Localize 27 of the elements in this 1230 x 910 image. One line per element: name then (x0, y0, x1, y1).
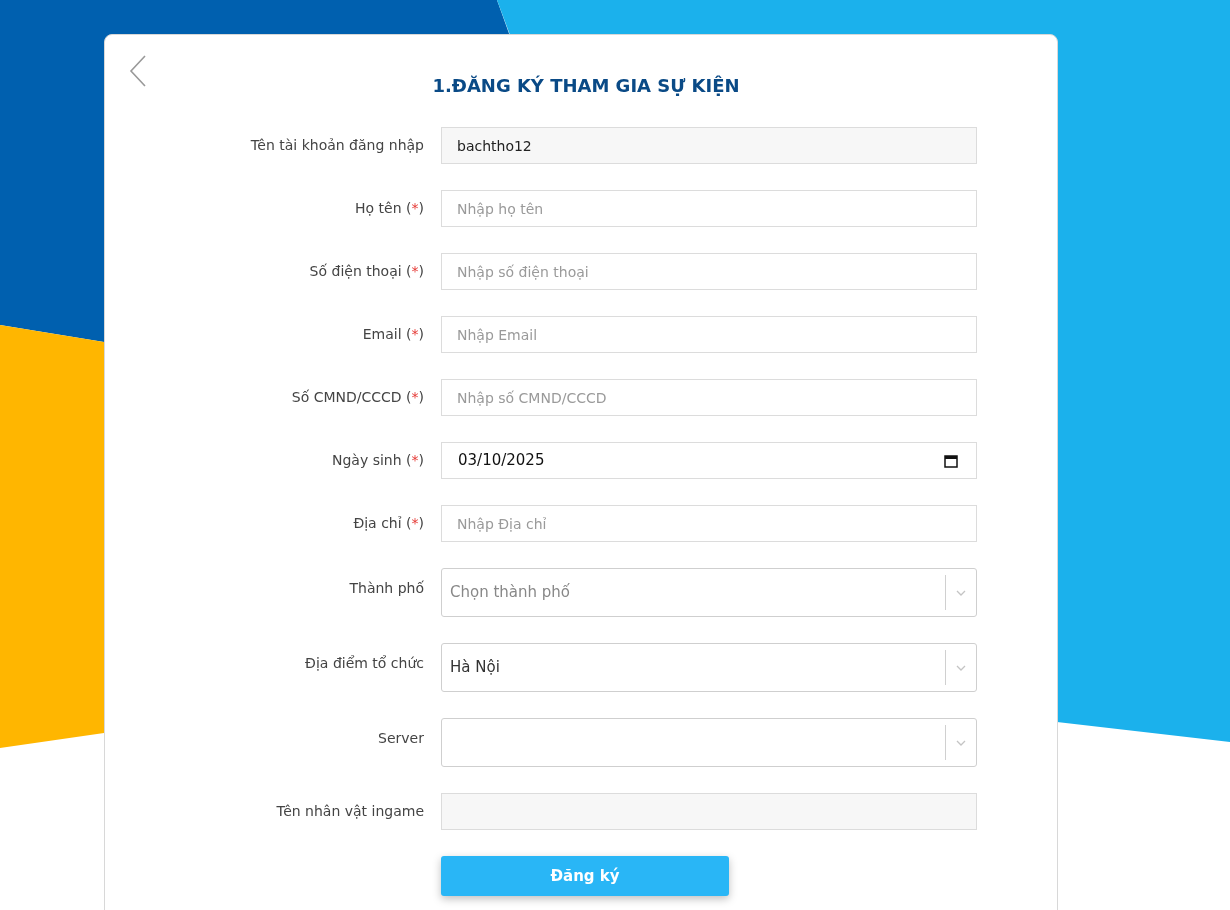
chevron-down-icon (955, 663, 967, 672)
input-field[interactable]: Nhập họ tên (441, 190, 977, 227)
field-label: Email (*) (361, 325, 425, 344)
field-label: Địa chỉ (*) (352, 514, 425, 533)
select-field[interactable]: Hà Nội (441, 643, 977, 692)
input-field[interactable]: bachtho12 (441, 127, 977, 164)
field-label: Số CMND/CCCD (*) (290, 388, 425, 407)
input-field[interactable]: Nhập Email (441, 316, 977, 353)
field-label: Ngày sinh (*) (331, 451, 425, 470)
form-title: 1.ĐĂNG KÝ THAM GIA SỰ KIỆN (432, 74, 740, 98)
field-label: Thành phố (348, 579, 425, 598)
input-field[interactable]: Nhập số CMND/CCCD (441, 379, 977, 416)
chevron-down-icon (955, 588, 967, 597)
chevron-down-icon (955, 738, 967, 747)
field-label: Tên tài khoản đăng nhập (249, 136, 425, 155)
field-label: Server (377, 729, 425, 748)
calendar-icon (944, 453, 958, 468)
field-label: Địa điểm tổ chức (304, 654, 425, 673)
input-field[interactable] (441, 793, 977, 830)
field-label: Số điện thoại (*) (308, 262, 425, 281)
field-label: Họ tên (*) (354, 199, 425, 218)
input-field[interactable]: Nhập số điện thoại (441, 253, 977, 290)
field-label: Tên nhân vật ingame (275, 802, 425, 821)
input-field[interactable]: Nhập Địa chỉ (441, 505, 977, 542)
select-field[interactable]: Chọn thành phố (441, 568, 977, 617)
date-field[interactable]: 03/10/2025 (441, 442, 977, 479)
select-field[interactable] (441, 718, 977, 767)
